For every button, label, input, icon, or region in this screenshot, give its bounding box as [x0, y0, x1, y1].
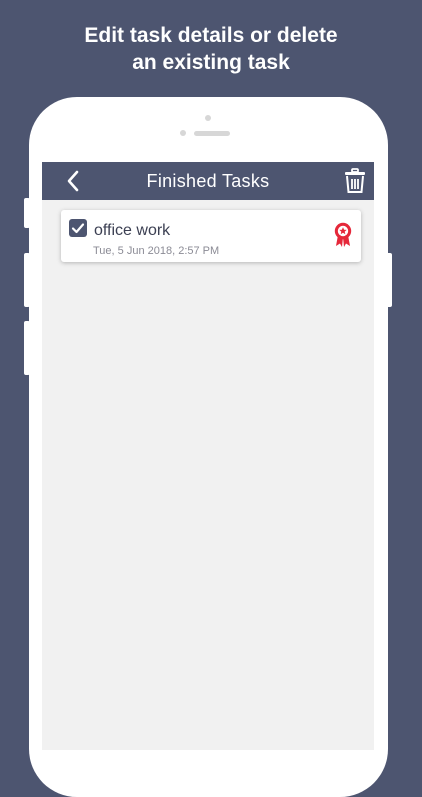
phone-volume-up-button — [24, 253, 30, 307]
phone-mute-switch — [24, 198, 30, 228]
phone-power-button — [386, 253, 392, 307]
phone-speaker — [194, 131, 230, 136]
app-screen: Finished Tasks office work Tue, 5 Jun 20… — [42, 162, 374, 750]
phone-volume-down-button — [24, 321, 30, 375]
chevron-left-icon — [67, 170, 79, 192]
phone-sensor — [205, 115, 211, 121]
task-date: Tue, 5 Jun 2018, 2:57 PM — [93, 245, 220, 257]
checkmark-icon — [71, 223, 85, 234]
task-checkbox[interactable] — [69, 219, 87, 237]
task-card[interactable]: office work Tue, 5 Jun 2018, 2:57 PM — [61, 210, 361, 262]
trash-icon — [345, 168, 365, 193]
promo-caption: Edit task details or delete an existing … — [0, 22, 422, 76]
delete-button[interactable] — [344, 168, 366, 194]
award-ribbon-icon — [334, 222, 352, 248]
promo-caption-line-1: Edit task details or delete — [84, 24, 338, 47]
app-bar: Finished Tasks — [42, 162, 374, 200]
task-title: office work — [94, 222, 171, 239]
page-title: Finished Tasks — [146, 171, 270, 191]
phone-camera — [180, 130, 186, 136]
back-button[interactable] — [62, 169, 86, 193]
promo-caption-line-2: an existing task — [132, 51, 290, 74]
